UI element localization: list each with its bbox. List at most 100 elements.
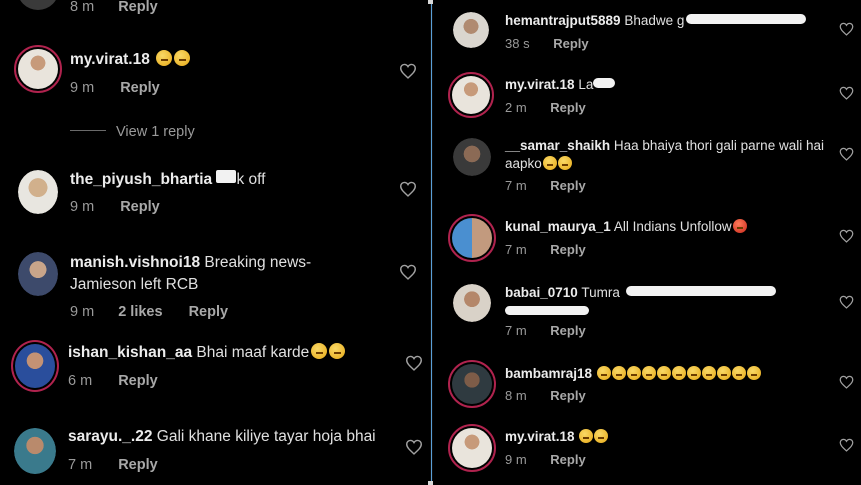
- heart-outline-icon[interactable]: [839, 438, 854, 452]
- panel-divider-line: [431, 0, 432, 485]
- face-emoji-icon: [701, 366, 716, 380]
- comment-line: bambamraj18: [505, 366, 761, 381]
- heart-outline-icon[interactable]: [399, 264, 417, 280]
- reply-button[interactable]: Reply: [118, 373, 158, 389]
- comment-line: babai_0710 Tumra: [505, 285, 776, 300]
- redaction-mark: [216, 170, 237, 183]
- comment-meta: 7 m Reply: [505, 178, 586, 193]
- reply-button[interactable]: Reply: [550, 178, 585, 193]
- avatar[interactable]: [448, 72, 494, 118]
- face-emoji-icon: [746, 366, 761, 380]
- comment-text: Bhai maaf karde: [196, 344, 310, 361]
- comment-meta: 7 m Reply: [505, 242, 586, 257]
- heart-outline-icon[interactable]: [839, 375, 854, 389]
- redaction-mark: [686, 14, 807, 24]
- face-emoji-icon: [579, 429, 594, 443]
- avatar[interactable]: [17, 0, 59, 10]
- comment-username[interactable]: bambamraj18: [505, 366, 592, 381]
- avatar[interactable]: [448, 424, 496, 472]
- heart-outline-icon[interactable]: [405, 355, 423, 371]
- face-emoji-icon: [641, 366, 656, 380]
- comment-meta: 9 m Reply: [505, 452, 586, 467]
- face-emoji-icon: [156, 50, 173, 66]
- comment-time: 38 s: [505, 36, 530, 51]
- face-emoji-icon: [686, 366, 701, 380]
- reply-button[interactable]: Reply: [120, 80, 160, 96]
- reply-button[interactable]: Reply: [118, 457, 158, 473]
- face-emoji-icon: [311, 343, 328, 359]
- reply-button[interactable]: Reply: [550, 388, 585, 403]
- comment-line: kunal_maurya_1 All Indians Unfollow: [505, 219, 747, 234]
- reply-button[interactable]: Reply: [189, 304, 229, 320]
- comment-line: my.virat.18 La: [505, 77, 616, 92]
- comment-username[interactable]: babai_0710: [505, 285, 578, 300]
- reply-button[interactable]: Reply: [118, 0, 158, 15]
- face-emoji-icon: [611, 366, 626, 380]
- heart-outline-icon[interactable]: [839, 295, 854, 309]
- comment-username[interactable]: sarayu._.22: [68, 428, 152, 445]
- avatar[interactable]: [448, 360, 496, 408]
- comment-username[interactable]: my.virat.18: [505, 77, 575, 92]
- comment-time: 9 m: [505, 452, 527, 467]
- comment-text: La: [578, 77, 594, 92]
- avatar[interactable]: [453, 138, 491, 176]
- comment-text: k off: [236, 171, 266, 188]
- avatar[interactable]: [11, 340, 59, 392]
- comment-line: ishan_kishan_aa Bhai maaf karde: [68, 343, 346, 362]
- face-emoji-icon: [174, 50, 191, 66]
- comment-line: my.virat.18: [505, 429, 609, 444]
- comment-meta: 6 m Reply: [68, 373, 158, 389]
- avatar[interactable]: [14, 428, 56, 474]
- comment-meta: 2 m Reply: [505, 100, 586, 115]
- comment-text: Gali khane kiliye tayar hoja bhai: [156, 428, 376, 445]
- right-comments-panel: hemantrajput5889 Bhadwe g 38 s Reply my.…: [433, 0, 861, 485]
- comment-meta: 7 m Reply: [68, 457, 158, 473]
- comment-line: my.virat.18: [70, 50, 191, 69]
- comment-meta: 9 m Reply: [70, 80, 160, 96]
- comment-username[interactable]: my.virat.18: [505, 429, 575, 444]
- redaction-mark: [625, 286, 776, 296]
- heart-outline-icon[interactable]: [405, 439, 423, 455]
- avatar[interactable]: [14, 45, 62, 93]
- comment-username[interactable]: hemantrajput5889: [505, 13, 621, 28]
- heart-outline-icon[interactable]: [839, 86, 854, 100]
- heart-outline-icon[interactable]: [839, 22, 854, 36]
- comment-meta: 8 m Reply: [505, 388, 586, 403]
- comment-username[interactable]: kunal_maurya_1: [505, 219, 611, 234]
- reply-thread-line: [70, 130, 106, 131]
- reply-button[interactable]: Reply: [550, 452, 585, 467]
- avatar[interactable]: [453, 284, 491, 322]
- comment-time: 9 m: [70, 199, 95, 215]
- face-emoji-icon: [731, 366, 746, 380]
- avatar[interactable]: [448, 214, 496, 262]
- comment-username[interactable]: my.virat.18: [70, 51, 150, 68]
- comment-time: 7 m: [505, 323, 527, 338]
- heart-outline-icon[interactable]: [399, 63, 417, 79]
- avatar[interactable]: [18, 252, 58, 296]
- face-emoji-icon: [329, 343, 346, 359]
- comment-username[interactable]: manish.vishnoi18: [70, 254, 200, 271]
- likes-count[interactable]: 2 likes: [118, 304, 162, 320]
- avatar[interactable]: [18, 170, 58, 214]
- comment-line: sarayu._.22 Gali khane kiliye tayar hoja…: [68, 428, 376, 446]
- comment-username[interactable]: the_piyush_bhartia: [70, 171, 212, 188]
- avatar[interactable]: [453, 12, 489, 48]
- reply-button[interactable]: Reply: [550, 100, 585, 115]
- heart-outline-icon[interactable]: [839, 229, 854, 243]
- heart-outline-icon[interactable]: [399, 181, 417, 197]
- reply-button[interactable]: Reply: [120, 199, 160, 215]
- view-replies-button[interactable]: View 1 reply: [70, 124, 195, 140]
- face-emoji-icon: [716, 366, 731, 380]
- comment-time: 8 m: [505, 388, 527, 403]
- comment-meta: 7 m Reply: [505, 323, 586, 338]
- heart-outline-icon[interactable]: [839, 147, 854, 161]
- reply-button[interactable]: Reply: [550, 242, 585, 257]
- comment-line: the_piyush_bhartia k off: [70, 170, 265, 189]
- reply-button[interactable]: Reply: [550, 323, 585, 338]
- comment-username[interactable]: ishan_kishan_aa: [68, 344, 192, 361]
- reply-button[interactable]: Reply: [553, 36, 588, 51]
- comment-meta: 38 s Reply: [505, 36, 589, 51]
- comment-time: 7 m: [68, 457, 93, 473]
- face-emoji-icon: [596, 366, 611, 380]
- comment-username[interactable]: __samar_shaikh: [505, 138, 610, 153]
